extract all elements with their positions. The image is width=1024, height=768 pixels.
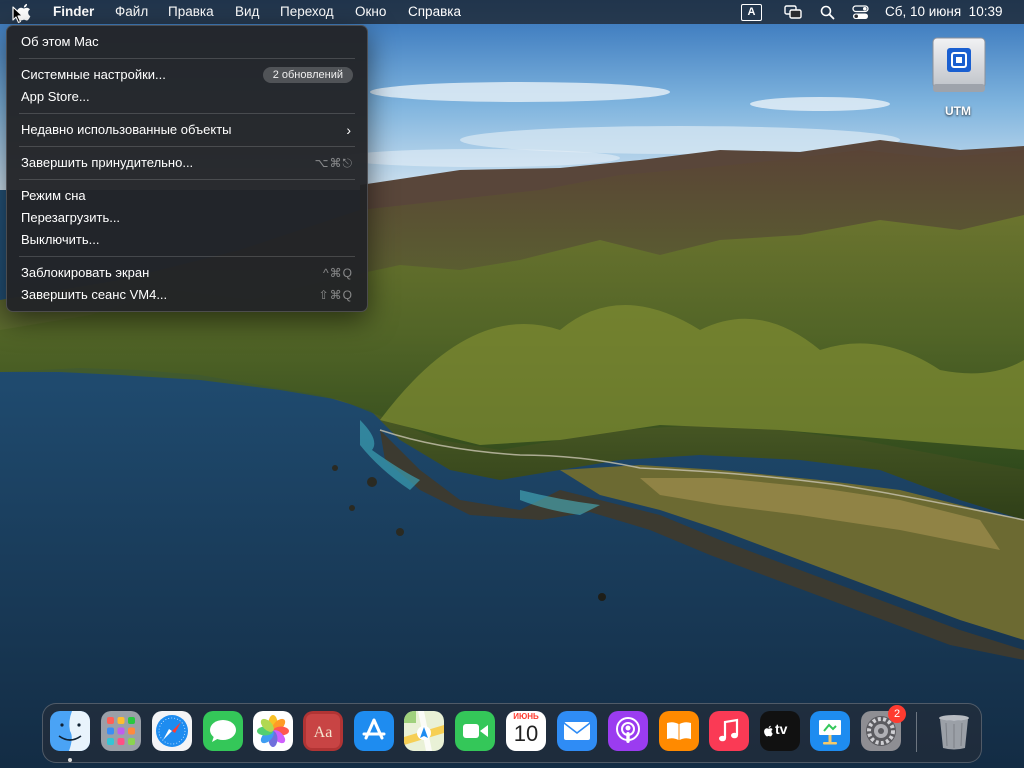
dock-finder-icon[interactable] bbox=[50, 711, 90, 751]
mouse-cursor-icon bbox=[12, 6, 24, 24]
dock-messages-icon[interactable] bbox=[203, 711, 243, 751]
dock-trash-icon[interactable] bbox=[934, 711, 974, 751]
dock-calendar-icon[interactable]: ИЮНЬ 10 bbox=[506, 711, 546, 751]
screen-mirroring-icon[interactable] bbox=[783, 3, 803, 21]
dock-facetime-icon[interactable] bbox=[455, 711, 495, 751]
input-source-icon[interactable]: A bbox=[741, 3, 762, 21]
menu-go[interactable]: Переход bbox=[280, 0, 334, 24]
menu-separator bbox=[19, 179, 355, 180]
dock-books-icon[interactable] bbox=[659, 711, 699, 751]
menu-item-about-this-mac[interactable]: Об этом Mac bbox=[21, 32, 353, 52]
chevron-right-icon: › bbox=[346, 122, 351, 138]
settings-notification-badge: 2 bbox=[888, 705, 906, 723]
dock-maps-icon[interactable] bbox=[404, 711, 444, 751]
menubar-clock[interactable]: Сб, 10 июня 10:39 bbox=[885, 0, 1002, 24]
menu-separator bbox=[19, 146, 355, 147]
menu-item-force-quit[interactable]: Завершить принудительно... ⌥⌘⎋ bbox=[21, 153, 353, 173]
dock-safari-icon[interactable] bbox=[152, 711, 192, 751]
utm-disk-label[interactable]: UTM bbox=[918, 104, 998, 118]
dock-podcasts-icon[interactable] bbox=[608, 711, 648, 751]
dock-dictionary-icon[interactable]: Aa bbox=[303, 711, 343, 751]
running-indicator bbox=[68, 758, 72, 762]
svg-text:Aa: Aa bbox=[314, 724, 333, 741]
calendar-day: 10 bbox=[513, 721, 539, 746]
shutdown-label: Выключить... bbox=[21, 232, 100, 247]
restart-label: Перезагрузить... bbox=[21, 210, 121, 225]
about-label: Об этом Mac bbox=[21, 34, 99, 49]
menu-item-log-out[interactable]: Завершить сеанс VM4... ⇧⌘Q bbox=[21, 285, 353, 305]
updates-badge: 2 обновлений bbox=[262, 67, 353, 83]
app-store-label: App Store... bbox=[21, 89, 90, 104]
menu-item-system-settings[interactable]: Системные настройки... 2 обновлений bbox=[21, 65, 353, 85]
dock-apple-tv-icon[interactable]: tv bbox=[760, 711, 800, 751]
system-settings-label: Системные настройки... bbox=[21, 67, 166, 82]
menu-separator bbox=[19, 113, 355, 114]
calendar-month: ИЮНЬ bbox=[513, 712, 539, 721]
log-out-label: Завершить сеанс VM4... bbox=[21, 287, 168, 302]
menu-item-sleep[interactable]: Режим сна bbox=[21, 186, 353, 206]
menu-separator bbox=[19, 256, 355, 257]
dock-launchpad-icon[interactable] bbox=[101, 711, 141, 751]
menu-finder[interactable]: Finder bbox=[53, 0, 94, 24]
menu-view[interactable]: Вид bbox=[235, 0, 259, 24]
menu-item-lock-screen[interactable]: Заблокировать экран ^⌘Q bbox=[21, 263, 353, 283]
dock-music-icon[interactable] bbox=[709, 711, 749, 751]
recent-items-label: Недавно использованные объекты bbox=[21, 122, 232, 137]
dock-mail-icon[interactable] bbox=[557, 711, 597, 751]
apple-tv-label: tv bbox=[775, 721, 788, 737]
dock-keynote-icon[interactable] bbox=[810, 711, 850, 751]
menu-edit[interactable]: Правка bbox=[168, 0, 214, 24]
force-quit-shortcut: ⌥⌘⎋ bbox=[314, 156, 353, 170]
lock-screen-shortcut: ^⌘Q bbox=[323, 266, 353, 280]
spotlight-search-icon[interactable] bbox=[818, 3, 836, 21]
force-quit-label: Завершить принудительно... bbox=[21, 155, 194, 170]
menu-file[interactable]: Файл bbox=[115, 0, 148, 24]
dock-divider bbox=[916, 712, 917, 752]
menu-help[interactable]: Справка bbox=[408, 0, 461, 24]
dock-app-store-icon[interactable] bbox=[354, 711, 394, 751]
menu-bar: Finder Файл Правка Вид Переход Окно Спра… bbox=[0, 0, 1024, 24]
menu-separator bbox=[19, 58, 355, 59]
utm-disk-icon[interactable] bbox=[931, 36, 987, 94]
log-out-shortcut: ⇧⌘Q bbox=[318, 288, 353, 302]
menu-item-app-store[interactable]: App Store... bbox=[21, 87, 353, 107]
menu-window[interactable]: Окно bbox=[355, 0, 386, 24]
apple-menu: Об этом Mac Системные настройки... 2 обн… bbox=[6, 25, 368, 312]
dock-photos-icon[interactable] bbox=[253, 711, 293, 751]
input-source-letter: A bbox=[741, 3, 762, 21]
control-center-icon[interactable] bbox=[851, 3, 869, 21]
sleep-label: Режим сна bbox=[21, 188, 86, 203]
menu-item-recent-items[interactable]: Недавно использованные объекты › bbox=[21, 120, 353, 140]
lock-screen-label: Заблокировать экран bbox=[21, 265, 150, 280]
menu-item-shutdown[interactable]: Выключить... bbox=[21, 230, 353, 250]
menu-item-restart[interactable]: Перезагрузить... bbox=[21, 208, 353, 228]
